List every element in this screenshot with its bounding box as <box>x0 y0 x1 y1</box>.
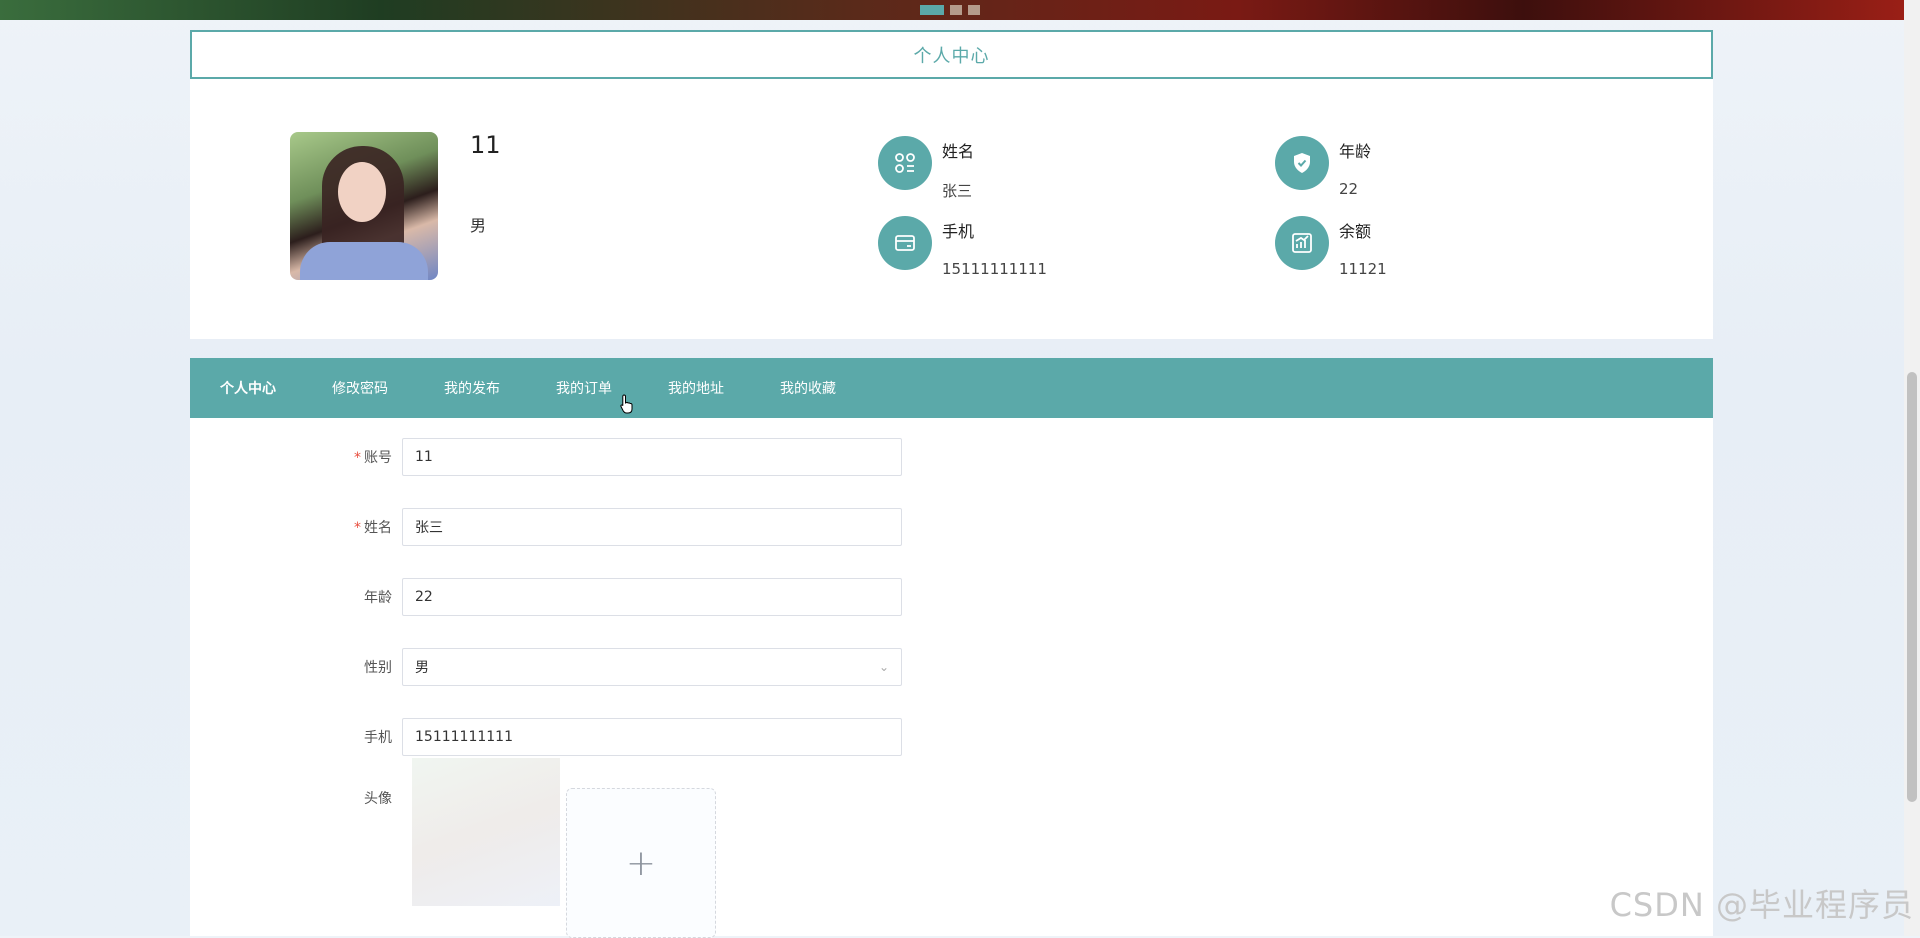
carousel-dot[interactable] <box>950 5 962 15</box>
required-mark: * <box>354 450 361 466</box>
age-label: 年龄 <box>364 590 392 606</box>
info-phone: 手机 15111111111 <box>878 216 1047 278</box>
tab-change-password[interactable]: 修改密码 <box>332 378 388 398</box>
user-grid-icon <box>878 136 932 190</box>
gender-label: 性别 <box>364 660 392 676</box>
watermark: CSDN @毕业程序员 <box>1609 886 1914 924</box>
avatar-preview <box>412 758 560 906</box>
profile-container: 个人中心 11 男 姓名 张三 年龄 22 手机 15111111111 余额 … <box>190 30 1713 339</box>
profile-gender: 男 <box>470 216 487 235</box>
required-mark: * <box>354 520 361 536</box>
hand-cursor-icon <box>620 394 633 414</box>
info-age: 年龄 22 <box>1275 136 1371 198</box>
info-label: 年龄 <box>1339 142 1372 161</box>
profile-username: 11 <box>470 131 501 159</box>
tab-my-addresses[interactable]: 我的地址 <box>668 378 724 398</box>
plus-icon: + <box>625 842 657 884</box>
avatar <box>290 132 438 280</box>
tab-my-orders[interactable]: 我的订单 <box>556 378 612 398</box>
scrollbar-thumb[interactable] <box>1907 372 1917 802</box>
info-label: 姓名 <box>942 142 975 161</box>
form-row-phone: 手机 15111111111 <box>190 718 902 756</box>
tab-my-favorites[interactable]: 我的收藏 <box>780 378 836 398</box>
page-title: 个人中心 <box>190 30 1713 79</box>
info-balance: 余额 11121 <box>1275 216 1387 278</box>
form-row-account: * 账号 11 <box>190 438 902 476</box>
profile-tabs: 个人中心 修改密码 我的发布 我的订单 我的地址 我的收藏 <box>190 358 1713 418</box>
form-row-avatar: 头像 <box>190 788 402 808</box>
info-name: 姓名 张三 <box>878 136 974 201</box>
avatar-label: 头像 <box>364 791 392 807</box>
banner-carousel <box>0 0 1904 20</box>
name-input[interactable]: 张三 <box>402 508 902 546</box>
profile-form: * 账号 11 * 姓名 张三 年龄 22 性别 男 ⌄ 手机 1511111111… <box>190 418 1713 938</box>
tab-profile[interactable]: 个人中心 <box>220 378 276 398</box>
info-label: 手机 <box>942 222 975 241</box>
form-row-name: * 姓名 张三 <box>190 508 902 546</box>
age-input[interactable]: 22 <box>402 578 902 616</box>
chart-icon <box>1275 216 1329 270</box>
carousel-indicators <box>920 5 980 15</box>
info-value: 张三 <box>942 182 973 200</box>
account-input[interactable]: 11 <box>402 438 902 476</box>
carousel-dot[interactable] <box>920 5 944 15</box>
form-row-age: 年龄 22 <box>190 578 902 616</box>
shield-check-icon <box>1275 136 1329 190</box>
name-label: 姓名 <box>364 520 392 536</box>
info-value: 11121 <box>1339 260 1387 278</box>
avatar-upload-button[interactable]: + <box>566 788 716 938</box>
info-value: 22 <box>1339 180 1359 198</box>
profile-card: 11 男 姓名 张三 年龄 22 手机 15111111111 余额 11121 <box>190 79 1713 339</box>
gender-select[interactable]: 男 ⌄ <box>402 648 902 686</box>
tab-my-posts[interactable]: 我的发布 <box>444 378 500 398</box>
account-label: 账号 <box>364 450 392 466</box>
phone-input[interactable]: 15111111111 <box>402 718 902 756</box>
info-label: 余额 <box>1339 222 1372 241</box>
carousel-dot[interactable] <box>968 5 980 15</box>
form-row-gender: 性别 男 ⌄ <box>190 648 902 686</box>
info-value: 15111111111 <box>942 260 1047 278</box>
phone-label: 手机 <box>364 730 392 746</box>
chevron-down-icon: ⌄ <box>878 660 889 674</box>
wallet-icon <box>878 216 932 270</box>
page-scrollbar[interactable] <box>1904 0 1920 936</box>
